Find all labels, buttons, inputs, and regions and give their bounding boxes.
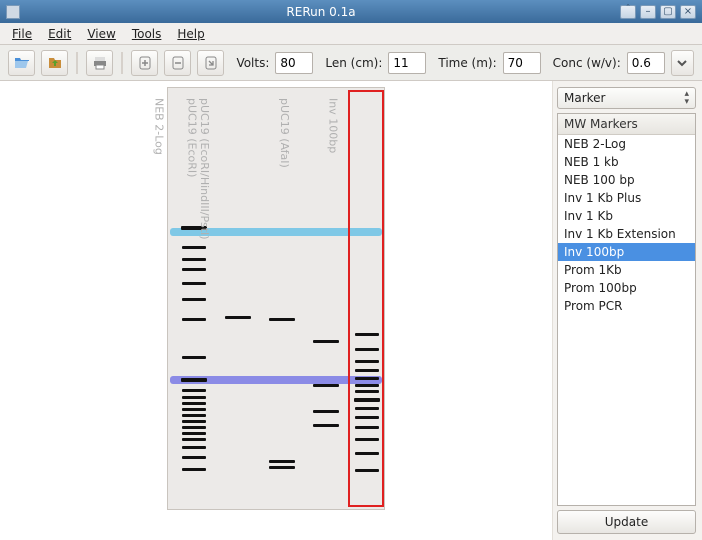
toolbar: Volts: Len (cm): Time (m): Conc (w/v): — [0, 45, 702, 81]
marker-list-header: MW Markers — [558, 114, 695, 135]
gel-band — [182, 268, 206, 271]
window-minimize-button[interactable]: – — [640, 5, 656, 19]
gel-band — [181, 378, 207, 382]
app-icon — [6, 5, 20, 19]
print-button[interactable] — [86, 50, 113, 76]
marker-list-item[interactable]: Inv 100bp — [558, 243, 695, 261]
refresh-icon — [203, 55, 219, 71]
combo-arrows-icon: ▴▾ — [684, 90, 689, 106]
update-button-label: Update — [605, 515, 648, 529]
gel-canvas[interactable]: NEB 2-LogpUC19 (EcoRI)pUC19 (EcoRI/HindI… — [167, 87, 385, 510]
lane-label: Inv 100bp — [326, 98, 339, 153]
gel-band — [182, 408, 206, 411]
marker-list-item[interactable]: Inv 1 Kb Plus — [558, 189, 695, 207]
chevron-down-icon — [674, 55, 690, 71]
toolbar-separator — [121, 52, 123, 74]
gel-band — [182, 258, 206, 261]
gel-band — [313, 340, 339, 343]
marker-listbox[interactable]: MW Markers NEB 2-LogNEB 1 kbNEB 100 bpIn… — [557, 113, 696, 506]
marker-list-item[interactable]: Prom 1Kb — [558, 261, 695, 279]
gel-band — [182, 468, 206, 471]
menu-help[interactable]: Help — [169, 25, 212, 43]
open-button[interactable] — [8, 50, 35, 76]
lane-label: pUC19 (AfaI) — [278, 98, 291, 168]
gel-band — [313, 424, 339, 427]
lane-selection-rect — [348, 90, 384, 507]
gel-band — [313, 410, 339, 413]
toolbar-separator — [76, 52, 78, 74]
gel-band — [182, 420, 206, 423]
window-titlebar: RERun 0.1a ＾ – ▢ × — [0, 0, 702, 23]
lane-label: pUC19 (EcoRI/HindIII/PstI) — [198, 98, 211, 240]
len-label: Len (cm): — [325, 56, 382, 70]
side-panel: Marker ▴▾ MW Markers NEB 2-LogNEB 1 kbNE… — [552, 81, 702, 540]
gel-band — [313, 384, 339, 387]
gel-band — [182, 298, 206, 301]
gel-band — [269, 460, 295, 463]
update-button[interactable]: Update — [557, 510, 696, 534]
marker-list-item[interactable]: Prom 100bp — [558, 279, 695, 297]
marker-list-item[interactable]: NEB 100 bp — [558, 171, 695, 189]
gel-band — [182, 318, 206, 321]
gel-band — [269, 318, 295, 321]
folder-open-icon — [14, 55, 30, 71]
save-icon — [47, 55, 63, 71]
gel-band — [182, 456, 206, 459]
gel-band — [182, 438, 206, 441]
gel-band — [182, 414, 206, 417]
conc-input[interactable] — [627, 52, 665, 74]
gel-band — [182, 396, 206, 399]
conc-label: Conc (w/v): — [553, 56, 621, 70]
window-maximize-button[interactable]: ▢ — [660, 5, 676, 19]
volts-label: Volts: — [236, 56, 269, 70]
gel-band — [182, 432, 206, 435]
gel-band — [182, 446, 206, 449]
lane-label: NEB 2-Log — [152, 98, 165, 155]
add-lane-button[interactable] — [131, 50, 158, 76]
marker-list-item[interactable]: NEB 2-Log — [558, 135, 695, 153]
window-roll-button[interactable]: ＾ — [620, 5, 636, 19]
print-icon — [92, 55, 108, 71]
marker-type-value: Marker — [564, 91, 605, 105]
conc-dropdown-button[interactable] — [671, 50, 694, 76]
gel-band — [182, 389, 206, 392]
menu-bar: File Edit View Tools Help — [0, 23, 702, 45]
gel-band — [182, 402, 206, 405]
time-label: Time (m): — [438, 56, 496, 70]
gel-band — [182, 246, 206, 249]
menu-view[interactable]: View — [79, 25, 123, 43]
plus-icon — [137, 55, 153, 71]
marker-list-item[interactable]: Prom PCR — [558, 297, 695, 315]
gel-band — [225, 316, 251, 319]
marker-list-item[interactable]: NEB 1 kb — [558, 153, 695, 171]
gel-lane[interactable]: pUC19 (EcoRI) — [218, 88, 258, 509]
marker-list-item[interactable]: Inv 1 Kb — [558, 207, 695, 225]
window-close-button[interactable]: × — [680, 5, 696, 19]
gel-band — [182, 356, 206, 359]
menu-edit[interactable]: Edit — [40, 25, 79, 43]
volts-input[interactable] — [275, 52, 313, 74]
gel-band — [269, 466, 295, 469]
window-title: RERun 0.1a — [26, 5, 616, 19]
lane-label: pUC19 (EcoRI) — [185, 98, 198, 177]
refresh-button[interactable] — [197, 50, 224, 76]
minus-icon — [170, 55, 186, 71]
save-button[interactable] — [41, 50, 68, 76]
marker-list-item[interactable]: Inv 1 Kb Extension — [558, 225, 695, 243]
marker-type-combo[interactable]: Marker ▴▾ — [557, 87, 696, 109]
length-input[interactable] — [388, 52, 426, 74]
gel-band — [182, 282, 206, 285]
menu-file[interactable]: File — [4, 25, 40, 43]
menu-tools[interactable]: Tools — [124, 25, 170, 43]
gel-band — [182, 426, 206, 429]
time-input[interactable] — [503, 52, 541, 74]
remove-lane-button[interactable] — [164, 50, 191, 76]
